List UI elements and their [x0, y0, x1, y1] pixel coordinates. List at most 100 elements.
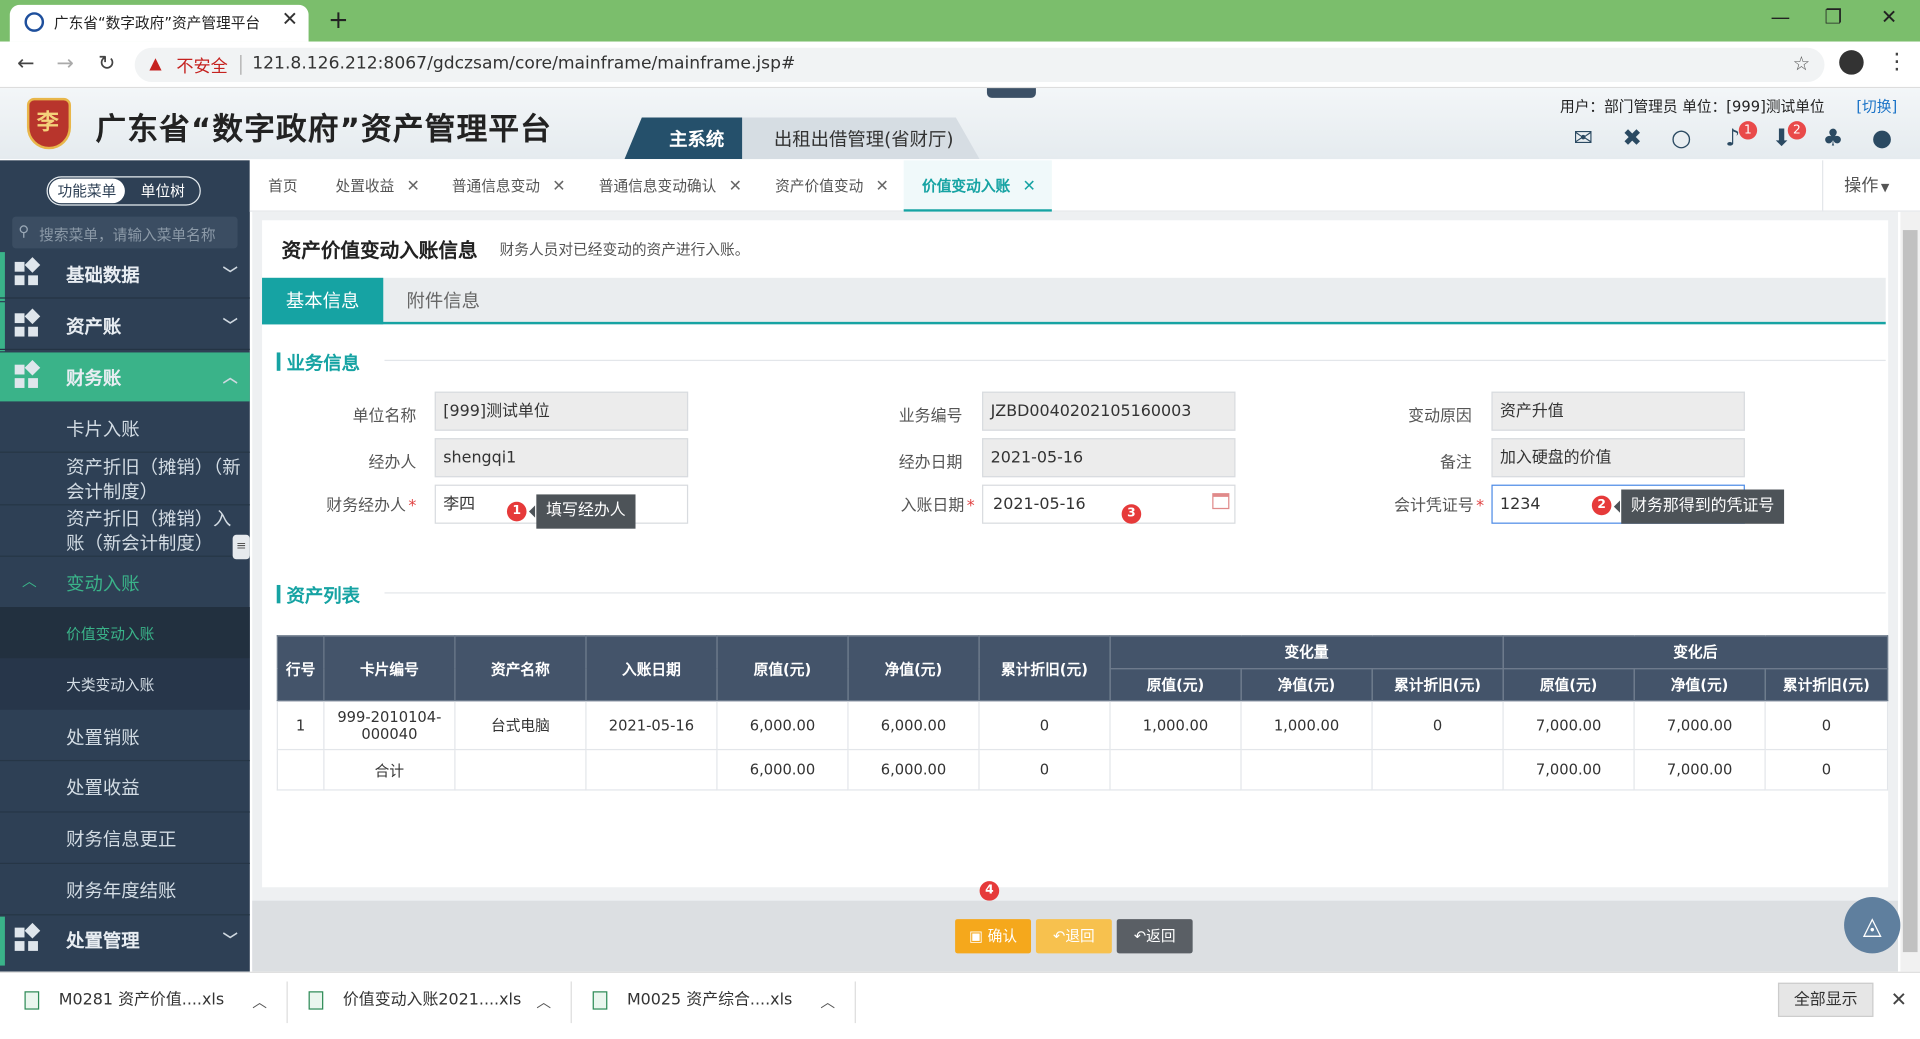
sidebar-item-label: 资产折旧（摊销）入账（新会计制度）	[66, 507, 232, 555]
new-tab-icon[interactable]: +	[328, 5, 349, 34]
table-cell: 6,000.00	[847, 748, 980, 791]
forward-arrow-icon[interactable]: →	[56, 51, 73, 75]
show-all-downloads-button[interactable]: 全部显示	[1777, 982, 1874, 1017]
close-icon[interactable]: ✕	[729, 177, 742, 195]
close-icon[interactable]: ✕	[1022, 177, 1035, 195]
label-text: 会计凭证号	[1394, 496, 1474, 516]
table-cell: 1,000.00	[1109, 700, 1242, 751]
tab-disposal-income[interactable]: 处置收益 ✕	[336, 160, 420, 211]
input-entry-date[interactable]: 2021-05-16	[982, 484, 1236, 524]
tab-home[interactable]: 首页	[268, 160, 297, 211]
col-entry-date: 入账日期	[585, 635, 718, 702]
sidebar-item-depreciation-entry[interactable]: 资产折旧（摊销）入账（新会计制度）	[0, 505, 250, 557]
url-text[interactable]: 121.8.126.212:8067/gdczsam/core/mainfram…	[252, 54, 795, 74]
label-finance-handler: 财务经办人 *	[301, 492, 416, 515]
mail-icon[interactable]: ✉	[1567, 125, 1599, 154]
subtab-attachment-info[interactable]: 附件信息	[407, 278, 480, 325]
chevron-up-icon[interactable]: ︿	[820, 991, 835, 1012]
sidebar-collapse-icon[interactable]: ≡	[232, 534, 250, 560]
scrollbar-thumb[interactable]	[1902, 230, 1918, 953]
table-cell: 6,000.00	[716, 700, 849, 751]
chat-bell-icon[interactable]: ◬	[1844, 897, 1901, 954]
site-favicon-icon	[24, 12, 45, 32]
close-icon[interactable]: ✕	[876, 177, 889, 195]
sidebar-item-label: 大类变动入账	[66, 676, 155, 694]
browser-menu-icon[interactable]: ⋮	[1886, 49, 1908, 75]
download-item[interactable]: M0281 资产价值....xls	[24, 973, 224, 1029]
table-row[interactable]: 1 999-2010104-000040 台式电脑 2021-05-16 6,000.0…	[276, 700, 1889, 751]
download-item[interactable]: M0025 资产综合....xls	[592, 973, 792, 1029]
tab-label: 普通信息变动	[451, 177, 541, 195]
step-marker-2: 2	[1591, 495, 1612, 516]
download-item[interactable]: 价值变动入账2021....xls	[308, 973, 521, 1029]
table-cell: 0	[978, 748, 1111, 791]
excel-file-icon	[308, 991, 324, 1010]
subtab-basic-info[interactable]: 基本信息	[262, 277, 384, 325]
search-icon[interactable]: ○	[1665, 125, 1697, 154]
tab-value-change-entry[interactable]: 价值变动入账 ✕	[922, 160, 1036, 211]
toggle-function-menu[interactable]: 功能菜单	[48, 178, 125, 204]
restore-icon[interactable]: ❐	[1824, 5, 1842, 28]
confirm-button[interactable]: ▣ 确认	[955, 919, 1032, 954]
tab-asset-value-change[interactable]: 资产价值变动 ✕	[775, 160, 889, 211]
sidebar-group-basic-data[interactable]: 基础数据 ﹀	[0, 250, 250, 299]
sidebar-group-asset-ledger[interactable]: 资产账 ﹀	[0, 301, 250, 351]
sidebar-item-disposal-income[interactable]: 处置收益	[0, 761, 250, 813]
annotation-tip-handler: 填写经办人	[528, 494, 636, 529]
toggle-unit-tree[interactable]: 单位树	[127, 179, 198, 203]
chevron-up-icon[interactable]: ︿	[536, 991, 551, 1012]
sidebar-item-depreciation-new[interactable]: 资产折旧（摊销）（新会计制度）	[0, 454, 250, 506]
table-cell: 6,000.00	[716, 748, 849, 791]
calendar-icon[interactable]	[1212, 493, 1230, 510]
sidebar-item-finance-correct[interactable]: 财务信息更正	[0, 813, 250, 864]
section-divider	[384, 592, 1886, 594]
close-tab-icon[interactable]: ✕	[282, 7, 298, 30]
window-close-icon[interactable]: ✕	[1881, 5, 1897, 28]
operations-dropdown[interactable]: 操作 ▼	[1844, 160, 1889, 214]
user-icon[interactable]: ●	[1866, 125, 1898, 154]
label-text: 财务经办人	[326, 496, 406, 516]
shirt-icon[interactable]: ♣	[1817, 125, 1849, 154]
sidebar-item-class-change-entry[interactable]: 大类变动入账	[0, 658, 250, 710]
back-arrow-icon[interactable]: ←	[17, 51, 34, 75]
sidebar-item-finance-year-end[interactable]: 财务年度结账	[0, 864, 250, 916]
download-separator	[854, 981, 856, 1024]
system-tab-rental[interactable]: 出租出借管理(省财厅)	[742, 117, 980, 160]
col-after-net: 净值(元)	[1633, 667, 1766, 702]
table-cell: 2021-05-16	[585, 700, 718, 751]
bookmark-star-icon[interactable]: ☆	[1793, 51, 1811, 74]
insecure-label[interactable]: 不安全	[176, 54, 227, 78]
browser-tab-title: 广东省“数字政府”资产管理平台	[53, 14, 261, 32]
profile-avatar-icon[interactable]	[1839, 50, 1864, 75]
chevron-up-icon[interactable]: ︿	[252, 991, 267, 1012]
close-download-bar-icon[interactable]: ✕	[1891, 988, 1907, 1011]
col-after-original: 原值(元)	[1502, 667, 1635, 702]
tools-icon[interactable]: ✖	[1616, 125, 1648, 154]
sidebar-group-finance-ledger[interactable]: 财务账 ︿	[0, 352, 250, 402]
close-icon[interactable]: ✕	[407, 177, 420, 195]
minimize-icon[interactable]: —	[1771, 5, 1791, 28]
sidebar-item-label: 资产折旧（摊销）（新会计制度）	[66, 456, 241, 503]
close-icon[interactable]: ✕	[552, 177, 565, 195]
table-cell: 台式电脑	[454, 700, 587, 751]
page-title: 资产价值变动入账信息	[281, 238, 478, 262]
tab-label: 资产价值变动	[775, 177, 864, 195]
download-separator	[286, 981, 288, 1024]
sidebar-item-card-entry[interactable]: 卡片入账	[0, 404, 250, 453]
send-back-button[interactable]: ↶退回	[1035, 919, 1112, 954]
table-total-row[interactable]: 合计 6,000.00 6,000.00 0 7,000.00 7,000.00 0	[276, 748, 1889, 791]
header-collapse-handle[interactable]	[986, 88, 1036, 98]
sidebar-group-disposal[interactable]: 处置管理 ﹀	[0, 915, 250, 964]
return-button[interactable]: ↶返回	[1116, 919, 1193, 954]
label-voucher-no: 会计凭证号 *	[1357, 492, 1484, 515]
download-filename: M0281 资产价值....xls	[58, 991, 225, 1010]
tab-general-change-confirm[interactable]: 普通信息变动确认 ✕	[599, 160, 742, 211]
sidebar-item-disposal-writeoff[interactable]: 处置销账	[0, 711, 250, 762]
switch-unit-link[interactable]: [切换]	[1856, 95, 1897, 116]
tab-general-change[interactable]: 普通信息变动 ✕	[452, 160, 566, 211]
table-cell: 1,000.00	[1240, 700, 1373, 751]
sidebar-item-change-entry[interactable]: ︿ 变动入账	[0, 558, 250, 607]
sidebar-item-label: 处置销账	[66, 726, 140, 749]
sidebar-item-value-change-entry[interactable]: 价值变动入账	[0, 606, 250, 659]
reload-icon[interactable]: ↻	[98, 51, 115, 75]
